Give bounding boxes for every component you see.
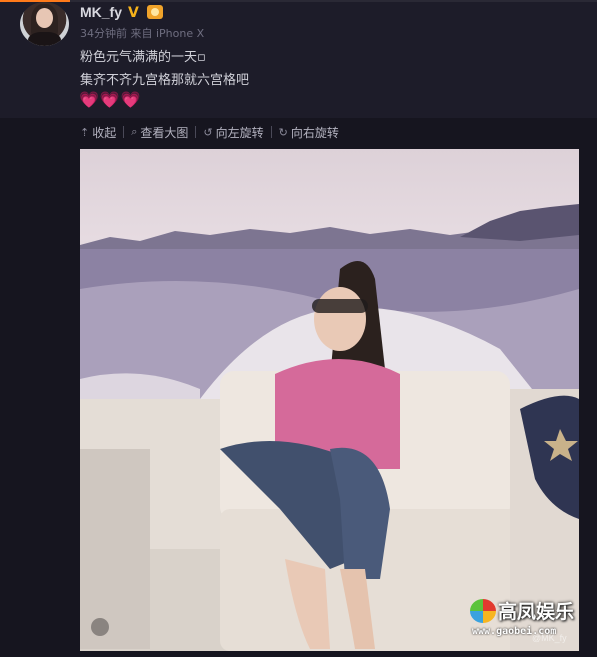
face (314, 287, 366, 351)
rotate-left-label: 向左旋转 (215, 125, 264, 140)
post-text-line-2: 集齐不齐九宫格那就六宫格吧 (80, 73, 250, 88)
hearts-emoji: 💗💗💗 (79, 90, 142, 109)
image-toolbar: ⇡ 收起 ⌕ 查看大图 ↺ 向左旋转 ↻ 向右旋转 (80, 123, 339, 141)
watermark-logo-icon (470, 599, 496, 623)
post-header: MK_fy V 34分钟前 来自 iPhone X 粉色元气满满的一天▫ 集齐不… (0, 2, 597, 118)
collapse-label: 收起 (92, 125, 117, 140)
watermark-title: 高凤娱乐 (498, 601, 575, 623)
post-text-line-1: 粉色元气满满的一天▫ (80, 50, 206, 65)
vip-badge-icon (147, 5, 163, 19)
toolbar-divider (123, 126, 125, 138)
avatar[interactable] (20, 2, 69, 46)
toolbar-divider (195, 126, 197, 138)
sunglasses-icon (312, 299, 368, 313)
view-large-label: 查看大图 (140, 125, 189, 140)
avatar-body (28, 32, 61, 46)
arrow-up-icon: ⇡ (80, 125, 90, 139)
rotate-left-icon: ↺ (203, 125, 213, 139)
boat-cabinet (80, 449, 150, 649)
post-meta[interactable]: 34分钟前 来自 iPhone X (80, 25, 204, 41)
magnifier-icon: ⌕ (131, 125, 138, 138)
photo-illustration (80, 204, 579, 651)
rotate-right-button[interactable]: ↻ 向右旋转 (279, 124, 339, 141)
rotate-right-label: 向右旋转 (290, 125, 339, 140)
username[interactable]: MK_fy (80, 4, 122, 20)
island-right (460, 204, 579, 241)
boat-cupholder (91, 618, 109, 636)
post-photo[interactable] (80, 149, 579, 651)
verified-badge-icon: V (128, 5, 139, 21)
photo-credit: @MK_fy (532, 633, 567, 643)
collapse-button[interactable]: ⇡ 收起 (80, 124, 116, 141)
toolbar-divider (270, 126, 272, 138)
avatar-face (36, 8, 53, 28)
view-large-button[interactable]: ⌕ 查看大图 (131, 124, 188, 141)
rotate-right-icon: ↻ (278, 125, 288, 139)
rotate-left-button[interactable]: ↺ 向左旋转 (203, 124, 263, 141)
